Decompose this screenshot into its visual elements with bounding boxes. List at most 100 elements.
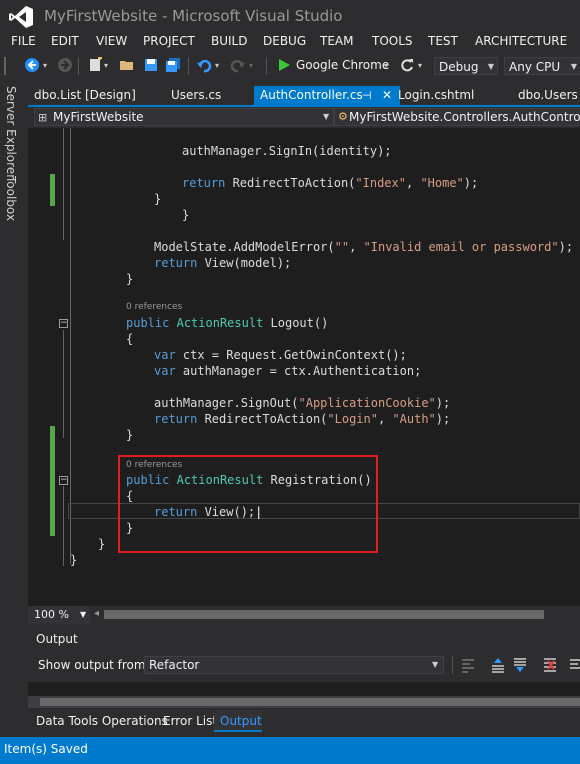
menu-file[interactable]: FILE xyxy=(11,34,36,48)
change-marker xyxy=(50,174,55,206)
string-literal: "ApplicationCookie" xyxy=(298,396,436,410)
tab-output[interactable]: Output xyxy=(214,710,262,732)
menu-edit[interactable]: EDIT xyxy=(51,34,79,48)
horizontal-scrollbar-thumb[interactable] xyxy=(104,610,544,619)
code-text: ); xyxy=(435,412,451,426)
refresh-dropdown-icon[interactable]: ▾ xyxy=(418,61,422,70)
undo-dropdown-icon[interactable]: ▾ xyxy=(215,61,219,70)
platform-select[interactable]: Any CPU ▼ xyxy=(504,57,580,75)
code-text: authManager = ctx.Authentication; xyxy=(175,364,422,378)
redo-dropdown-icon[interactable]: ▾ xyxy=(249,61,253,70)
toolbar-separator xyxy=(266,57,267,75)
output-source-select[interactable]: Refactor ▼ xyxy=(144,656,444,674)
configuration-value: Debug xyxy=(439,60,479,74)
zoom-select[interactable]: 100 % ▼ xyxy=(28,606,90,624)
new-dropdown-icon[interactable]: ▾ xyxy=(104,61,108,70)
tab-data-tools-operations[interactable]: Data Tools Operations xyxy=(36,714,168,728)
new-project-icon[interactable] xyxy=(87,57,103,73)
window-title: MyFirstWebsite - Microsoft Visual Studio xyxy=(44,7,343,25)
tab-dbo-list-design[interactable]: dbo.List [Design] xyxy=(28,86,158,105)
tab-authcontroller-cs[interactable]: AuthController.cs ⊣ ✕ xyxy=(254,86,400,105)
output-panel: Output Show output from: Refactor ▼ xyxy=(28,628,580,708)
tab-error-list[interactable]: Error List xyxy=(163,714,217,728)
string-literal: "Invalid email or password" xyxy=(363,240,559,254)
close-icon[interactable]: ✕ xyxy=(382,86,392,105)
code-text: authManager.SignOut( xyxy=(154,396,299,410)
save-icon[interactable] xyxy=(143,57,159,73)
code-line: authManager.SignIn(identity); xyxy=(182,144,392,158)
back-dropdown-icon[interactable]: ▾ xyxy=(43,61,47,70)
tab-label: Users.cs xyxy=(171,88,222,102)
title-bar: MyFirstWebsite - Microsoft Visual Studio xyxy=(0,0,580,32)
project-dropdown[interactable]: ⊞ MyFirstWebsite ▼ xyxy=(34,108,334,126)
pin-icon[interactable]: ⊣ xyxy=(362,86,372,105)
code-line: ModelState.AddModelError("", "Invalid em… xyxy=(154,239,573,255)
run-target-label[interactable]: Google Chrome xyxy=(296,58,389,72)
menu-debug[interactable]: DEBUG xyxy=(263,34,306,48)
toolbar-grip[interactable] xyxy=(4,57,6,75)
scroll-left-icon[interactable]: ◂ xyxy=(94,608,99,619)
redo-icon[interactable] xyxy=(230,57,246,73)
code-text: RedirectToAction( xyxy=(197,412,328,426)
output-source-value: Refactor xyxy=(149,658,200,672)
chevron-down-icon: ▼ xyxy=(570,62,577,71)
type-name: ActionResult xyxy=(176,316,264,330)
clear-all-icon[interactable] xyxy=(542,657,558,673)
code-text: Logout() xyxy=(263,316,329,330)
menu-view[interactable]: VIEW xyxy=(96,34,127,48)
change-marker xyxy=(50,472,55,536)
toolbox-tab[interactable]: Toolbox xyxy=(4,176,18,221)
open-folder-icon[interactable] xyxy=(119,57,135,73)
menu-project[interactable]: PROJECT xyxy=(143,34,195,48)
configuration-select[interactable]: Debug ▼ xyxy=(434,57,498,75)
tab-dbo-users[interactable]: dbo.Users [D xyxy=(512,86,580,105)
start-debugging-icon[interactable] xyxy=(276,57,292,73)
platform-value: Any CPU xyxy=(509,60,561,74)
output-scrollbar[interactable] xyxy=(28,696,580,708)
references-codelens[interactable]: 0 references xyxy=(126,301,182,313)
menu-team[interactable]: TEAM xyxy=(320,34,353,48)
toolbar: ▾ ▾ ▾ ▾ Google Chrome ▾ ▾ Debug ▼ Any CP… xyxy=(0,53,580,79)
code-line: } xyxy=(154,192,162,206)
menu-build[interactable]: BUILD xyxy=(211,34,247,48)
status-bar: Item(s) Saved xyxy=(0,737,580,764)
code-line: return RedirectToAction("Login", "Auth")… xyxy=(154,411,450,427)
refresh-icon[interactable] xyxy=(399,57,415,73)
code-text: View(model); xyxy=(197,256,292,270)
tab-label: AuthController.cs xyxy=(260,88,363,102)
keyword: var xyxy=(154,348,176,362)
code-text: , xyxy=(405,176,421,190)
string-literal: "Home" xyxy=(420,176,464,190)
code-line: } xyxy=(98,537,106,551)
forward-icon[interactable] xyxy=(57,57,73,73)
menu-tools[interactable]: TOOLS xyxy=(372,34,413,48)
back-icon[interactable] xyxy=(24,57,40,73)
find-message-icon[interactable] xyxy=(460,657,476,673)
collapse-icon[interactable]: − xyxy=(59,476,68,485)
status-message: Item(s) Saved xyxy=(4,742,88,756)
save-all-icon[interactable] xyxy=(165,57,181,73)
word-wrap-icon[interactable] xyxy=(568,657,580,673)
outline-guide xyxy=(63,128,64,240)
server-explorer-tab[interactable]: Server Explorer xyxy=(4,86,18,179)
undo-icon[interactable] xyxy=(196,57,212,73)
run-target-dropdown-icon[interactable]: ▾ xyxy=(384,61,388,70)
code-text: RedirectToAction( xyxy=(225,176,356,190)
toolbar-separator xyxy=(452,656,453,674)
menu-test[interactable]: TEST xyxy=(428,34,458,48)
menu-architecture[interactable]: ARCHITECTURE xyxy=(475,34,567,48)
tab-login-cshtml[interactable]: Login.cshtml xyxy=(392,86,502,105)
code-line: return View(model); xyxy=(154,255,291,271)
keyword: return xyxy=(154,412,198,426)
code-text: ); xyxy=(435,396,451,410)
output-scrollbar-thumb[interactable] xyxy=(40,698,580,706)
collapse-icon[interactable]: − xyxy=(59,319,68,328)
previous-message-icon[interactable] xyxy=(490,657,506,673)
annotation-highlight-box xyxy=(118,455,378,553)
tab-label: dbo.Users [D xyxy=(518,88,580,102)
tab-label: dbo.List [Design] xyxy=(34,88,136,102)
outline-guide xyxy=(63,330,64,438)
class-dropdown[interactable]: ⚙ MyFirstWebsite.Controllers.AuthControl… xyxy=(334,108,580,126)
next-message-icon[interactable] xyxy=(512,657,528,673)
tab-users-cs[interactable]: Users.cs xyxy=(165,86,245,105)
